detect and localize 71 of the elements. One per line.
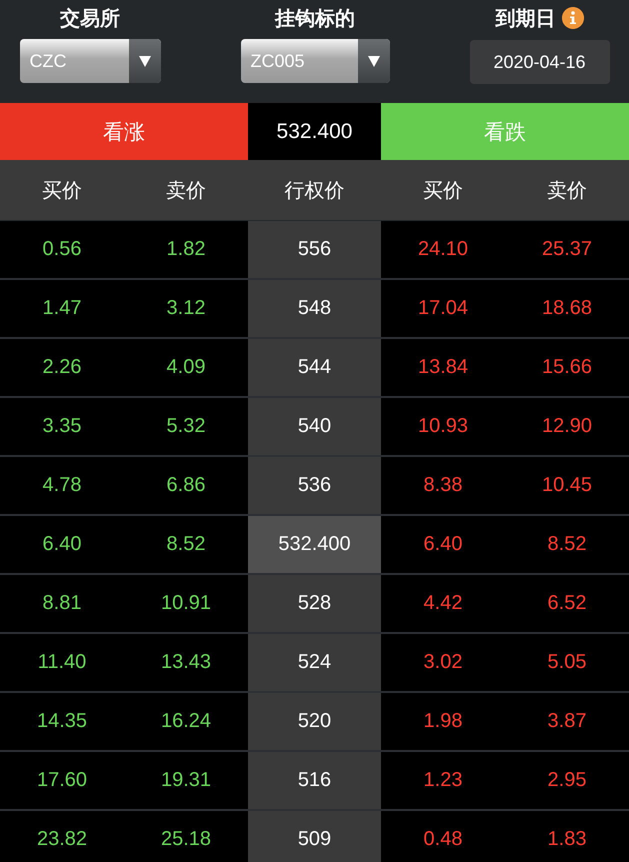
put-bid: 3.02 bbox=[422, 650, 464, 675]
filter-label: 交易所 bbox=[60, 6, 120, 32]
put-ask: 8.52 bbox=[546, 532, 588, 557]
call-ask: 16.24 bbox=[160, 709, 212, 734]
call-bid: 8.81 bbox=[42, 591, 82, 616]
put-ask: 3.87 bbox=[546, 709, 588, 734]
strike-price: 548 bbox=[248, 280, 381, 337]
dropdown[interactable]: ZC005 bbox=[240, 39, 390, 83]
call-ask: 8.52 bbox=[166, 532, 206, 557]
column-header: 卖价 bbox=[546, 178, 588, 204]
column-header: 买价 bbox=[422, 178, 464, 204]
dropdown[interactable]: CZC bbox=[20, 39, 160, 83]
strike-price: 544 bbox=[248, 339, 381, 396]
put-ask: 10.45 bbox=[540, 473, 594, 498]
caret-icon bbox=[368, 56, 380, 66]
strike-price: 540 bbox=[248, 398, 381, 455]
put-ask: 6.52 bbox=[546, 591, 588, 616]
put-tab[interactable]: 看跌 bbox=[381, 103, 629, 160]
filter-label: 到期日 bbox=[496, 6, 556, 32]
put-ask: 1.83 bbox=[546, 827, 588, 852]
call-bid: 6.40 bbox=[42, 532, 82, 557]
put-ask: 18.68 bbox=[540, 296, 594, 321]
call-ask: 5.32 bbox=[166, 414, 206, 439]
put-bid: 17.04 bbox=[416, 296, 470, 321]
column-header: 卖价 bbox=[165, 178, 207, 204]
put-bid: 0.48 bbox=[422, 827, 464, 852]
call-tab[interactable]: 看涨 bbox=[0, 103, 248, 160]
put-bid: 10.93 bbox=[416, 414, 470, 439]
call-ask: 19.31 bbox=[160, 768, 212, 793]
call-bid: 3.35 bbox=[42, 414, 82, 439]
put-bid: 8.38 bbox=[422, 473, 464, 498]
strike-price: 520 bbox=[248, 693, 381, 750]
put-ask: 15.66 bbox=[540, 355, 594, 380]
call-bid: 11.40 bbox=[36, 650, 88, 675]
filter-label: 挂钩标的 bbox=[275, 6, 355, 32]
call-ask: 1.82 bbox=[166, 237, 206, 262]
info-icon[interactable] bbox=[562, 7, 584, 29]
call-bid: 1.47 bbox=[42, 296, 82, 321]
put-bid: 24.10 bbox=[416, 237, 470, 262]
call-bid: 14.35 bbox=[36, 709, 88, 734]
strike-price: 516 bbox=[248, 752, 381, 809]
call-bid: 4.78 bbox=[42, 473, 82, 498]
strike-price: 509 bbox=[248, 811, 381, 862]
strike-price: 536 bbox=[248, 457, 381, 514]
strike-price: 524 bbox=[248, 634, 381, 691]
call-ask: 3.12 bbox=[166, 296, 206, 321]
call-ask: 6.86 bbox=[166, 473, 206, 498]
strike-price: 528 bbox=[248, 575, 381, 632]
put-ask: 12.90 bbox=[540, 414, 594, 439]
put-bid: 13.84 bbox=[416, 355, 470, 380]
put-bid: 4.42 bbox=[422, 591, 464, 616]
strike-price: 532.400 bbox=[248, 516, 381, 573]
call-bid: 2.26 bbox=[42, 355, 82, 380]
column-header: 行权价 bbox=[284, 178, 346, 204]
put-ask: 5.05 bbox=[546, 650, 588, 675]
call-ask: 4.09 bbox=[166, 355, 206, 380]
call-bid: 23.82 bbox=[36, 827, 88, 852]
column-header: 买价 bbox=[41, 178, 83, 204]
caret-icon bbox=[138, 56, 150, 66]
put-ask: 2.95 bbox=[546, 768, 588, 793]
date-field[interactable]: 2020-04-16 bbox=[470, 40, 610, 84]
call-bid: 0.56 bbox=[42, 237, 82, 262]
call-bid: 17.60 bbox=[36, 768, 88, 793]
strike-price: 556 bbox=[248, 221, 381, 278]
put-bid: 1.23 bbox=[422, 768, 464, 793]
call-ask: 25.18 bbox=[160, 827, 212, 852]
call-ask: 10.91 bbox=[160, 591, 212, 616]
put-bid: 1.98 bbox=[422, 709, 464, 734]
put-bid: 6.40 bbox=[422, 532, 464, 557]
call-ask: 13.43 bbox=[160, 650, 212, 675]
put-ask: 25.37 bbox=[540, 237, 594, 262]
